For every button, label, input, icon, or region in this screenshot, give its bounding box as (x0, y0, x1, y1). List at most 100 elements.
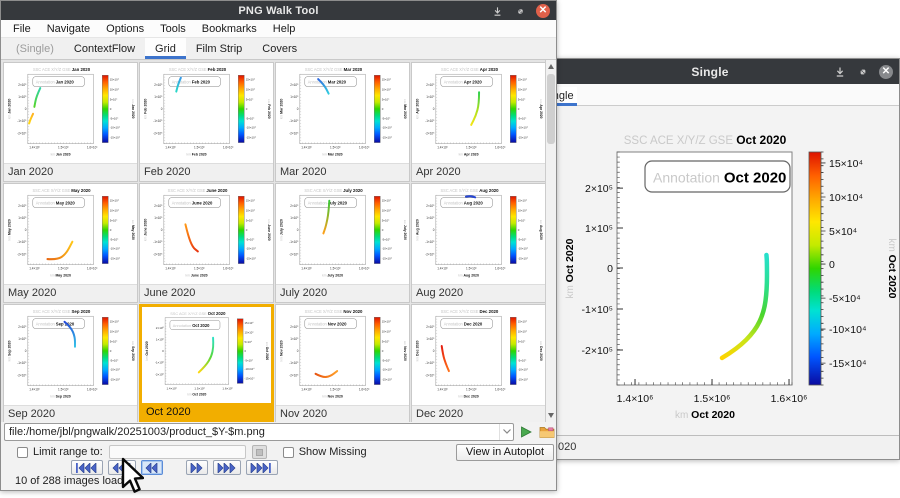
single-titlebar[interactable]: Single ✕ (521, 59, 899, 85)
thumbnail-cell-oct-2020[interactable]: SSC ACE X/Y/Z GSE Oct 2020Annotation Oct… (139, 304, 274, 422)
view-in-autoplot-button[interactable]: View in Autoplot (456, 444, 554, 461)
menu-tools[interactable]: Tools (152, 21, 194, 37)
thumbnail-cell-jan-2020[interactable]: SSC ACE X/Y/Z GSE Jan 2020Annotation Jan… (3, 62, 138, 182)
svg-text:0: 0 (25, 349, 27, 353)
menu-bookmarks[interactable]: Bookmarks (194, 21, 265, 37)
menu-file[interactable]: File (5, 21, 39, 37)
menu-help[interactable]: Help (265, 21, 304, 37)
last-button[interactable] (246, 460, 278, 475)
scrollbar-thumb[interactable] (547, 74, 555, 144)
thumbnail-image[interactable]: SSC ACE X/Y/Z GSE Oct 2020Annotation Oct… (142, 307, 271, 403)
svg-text:-15×10⁴: -15×10⁴ (110, 256, 121, 260)
svg-text:1.6×10⁶: 1.6×10⁶ (87, 146, 98, 150)
svg-text:-15×10⁴: -15×10⁴ (382, 377, 393, 381)
combo-dropdown-icon[interactable] (499, 424, 513, 440)
thumbnail-cell-sep-2020[interactable]: SSC ACE X/Y/Z GSE Sep 2020Annotation Sep… (3, 304, 138, 422)
svg-text:5×10⁴: 5×10⁴ (829, 226, 857, 238)
svg-text:km Jan 2020: km Jan 2020 (7, 99, 11, 120)
maximize-icon[interactable] (856, 65, 870, 79)
svg-text:-10×10⁴: -10×10⁴ (518, 126, 529, 130)
svg-text:15×10⁴: 15×10⁴ (246, 78, 256, 82)
thumbnail-cell-dec-2020[interactable]: SSC ACE X/Y/Z GSE Dec 2020Annotation Dec… (411, 304, 546, 422)
close-icon[interactable]: ✕ (879, 65, 893, 79)
svg-text:1×10⁵: 1×10⁵ (156, 338, 165, 342)
svg-text:km Sep 2020: km Sep 2020 (131, 341, 135, 361)
svg-text:5×10⁴: 5×10⁴ (110, 97, 118, 101)
thumbnail-image[interactable]: SSC ACE X/Y/Z GSE Sep 2020Annotation Sep… (4, 305, 137, 405)
svg-text:5×10⁴: 5×10⁴ (382, 339, 390, 343)
scroll-up-icon[interactable] (548, 64, 554, 69)
svg-text:15×10⁴: 15×10⁴ (382, 320, 392, 324)
thumbnail-cell-july-2020[interactable]: SSC ACE X/Y/Z GSE July 2020Annotation Ju… (275, 183, 410, 303)
thumbnail-image[interactable]: SSC ACE X/Y/Z GSE Mar 2020Annotation Mar… (276, 63, 409, 163)
svg-text:2×10⁵: 2×10⁵ (154, 83, 163, 87)
next-jump-button[interactable] (213, 460, 241, 475)
svg-text:km Mar 2020: km Mar 2020 (279, 99, 283, 120)
single-window-title: Single (691, 65, 728, 79)
thumbnail-image[interactable]: SSC ACE X/Y/Z GSE Aug 2020Annotation Aug… (412, 184, 545, 284)
svg-text:km Jan 2020: km Jan 2020 (131, 99, 135, 118)
svg-text:1.5×10⁶: 1.5×10⁶ (194, 267, 205, 271)
svg-text:0: 0 (162, 349, 164, 353)
menu-options[interactable]: Options (98, 21, 152, 37)
svg-text:5×10⁴: 5×10⁴ (518, 218, 526, 222)
svg-text:10×10⁴: 10×10⁴ (245, 330, 255, 334)
first-button[interactable] (71, 460, 103, 475)
limit-range-picker-button[interactable] (252, 445, 267, 459)
thumbnail-cell-apr-2020[interactable]: SSC ACE X/Y/Z GSE Apr 2020Annotation Apr… (411, 62, 546, 182)
maximize-icon[interactable] (513, 4, 527, 18)
thumbnail-cell-aug-2020[interactable]: SSC ACE X/Y/Z GSE Aug 2020Annotation Aug… (411, 183, 546, 303)
minimize-icon[interactable] (490, 4, 504, 18)
tab-film-strip[interactable]: Film Strip (186, 38, 252, 59)
svg-text:-10×10⁴: -10×10⁴ (382, 126, 393, 130)
open-folder-button[interactable] (539, 423, 556, 440)
thumbnail-cell-june-2020[interactable]: SSC ACE X/Y/Z GSE June 2020Annotation Ju… (139, 183, 274, 303)
limit-range-checkbox[interactable] (17, 447, 28, 458)
thumbnail-image[interactable]: SSC ACE X/Y/Z GSE Apr 2020Annotation Apr… (412, 63, 545, 163)
template-combobox[interactable]: file:/home/jbl/pngwalk/20251003/product_… (4, 423, 514, 441)
tab-grid[interactable]: Grid (145, 38, 186, 59)
thumbnail-image[interactable]: SSC ACE X/Y/Z GSE Feb 2020Annotation Feb… (140, 63, 273, 163)
show-missing-checkbox[interactable] (283, 447, 294, 458)
minimize-icon[interactable] (833, 65, 847, 79)
scroll-down-icon[interactable] (548, 413, 554, 418)
svg-text:10×10⁴: 10×10⁴ (110, 208, 120, 212)
menu-navigate[interactable]: Navigate (39, 21, 98, 37)
svg-text:2×10⁵: 2×10⁵ (18, 83, 27, 87)
thumbnail-image[interactable]: SSC ACE X/Y/Z GSE Nov 2020Annotation Nov… (276, 305, 409, 405)
prev-button[interactable] (141, 460, 163, 475)
thumbnail-cell-may-2020[interactable]: SSC ACE X/Y/Z GSE May 2020Annotation May… (3, 183, 138, 303)
thumbnail-caption: June 2020 (140, 284, 273, 302)
thumbnail-image[interactable]: SSC ACE X/Y/Z GSE Dec 2020Annotation Dec… (412, 305, 545, 405)
thumbnail-cell-feb-2020[interactable]: SSC ACE X/Y/Z GSE Feb 2020Annotation Feb… (139, 62, 274, 182)
svg-text:SSC ACE X/Y/Z GSE June 2020: SSC ACE X/Y/Z GSE June 2020 (168, 188, 228, 193)
thumbnail-caption: Feb 2020 (140, 163, 273, 181)
tab-contextflow[interactable]: ContextFlow (64, 38, 145, 59)
nav-buttons (71, 460, 278, 475)
svg-text:15×10⁴: 15×10⁴ (245, 321, 255, 325)
svg-text:1.5×10⁶: 1.5×10⁶ (466, 267, 477, 271)
thumbnail-image[interactable]: SSC ACE X/Y/Z GSE May 2020Annotation May… (4, 184, 137, 284)
svg-text:-5×10⁴: -5×10⁴ (245, 358, 254, 362)
svg-text:-2×10⁵: -2×10⁵ (582, 345, 614, 357)
tab-covers[interactable]: Covers (252, 38, 307, 59)
next-button[interactable] (186, 460, 208, 475)
thumbnail-cell-mar-2020[interactable]: SSC ACE X/Y/Z GSE Mar 2020Annotation Mar… (275, 62, 410, 182)
pngwalk-titlebar[interactable]: PNG Walk Tool ✕ (1, 1, 556, 21)
play-button[interactable] (518, 423, 535, 440)
svg-text:-1×10⁵: -1×10⁵ (17, 361, 27, 365)
thumbnail-cell-nov-2020[interactable]: SSC ACE X/Y/Z GSE Nov 2020Annotation Nov… (275, 304, 410, 422)
grid-scrollbar[interactable] (545, 60, 556, 422)
thumbnail-caption: Aug 2020 (412, 284, 545, 302)
view-tab-bar: (Single)ContextFlowGridFilm StripCovers (1, 38, 556, 60)
svg-text:Annotation Oct 2020: Annotation Oct 2020 (653, 170, 786, 187)
close-icon[interactable]: ✕ (536, 4, 550, 18)
thumbnail-image[interactable]: SSC ACE X/Y/Z GSE Jan 2020Annotation Jan… (4, 63, 137, 163)
svg-text:-1×10⁵: -1×10⁵ (425, 119, 435, 123)
svg-text:-10×10⁴: -10×10⁴ (245, 367, 256, 371)
svg-text:km Dec 2020: km Dec 2020 (539, 341, 543, 361)
svg-text:Annotation Jan 2020: Annotation Jan 2020 (36, 80, 75, 85)
thumbnail-image[interactable]: SSC ACE X/Y/Z GSE June 2020Annotation Ju… (140, 184, 273, 284)
thumbnail-image[interactable]: SSC ACE X/Y/Z GSE July 2020Annotation Ju… (276, 184, 409, 284)
tab-single[interactable]: (Single) (6, 38, 64, 59)
